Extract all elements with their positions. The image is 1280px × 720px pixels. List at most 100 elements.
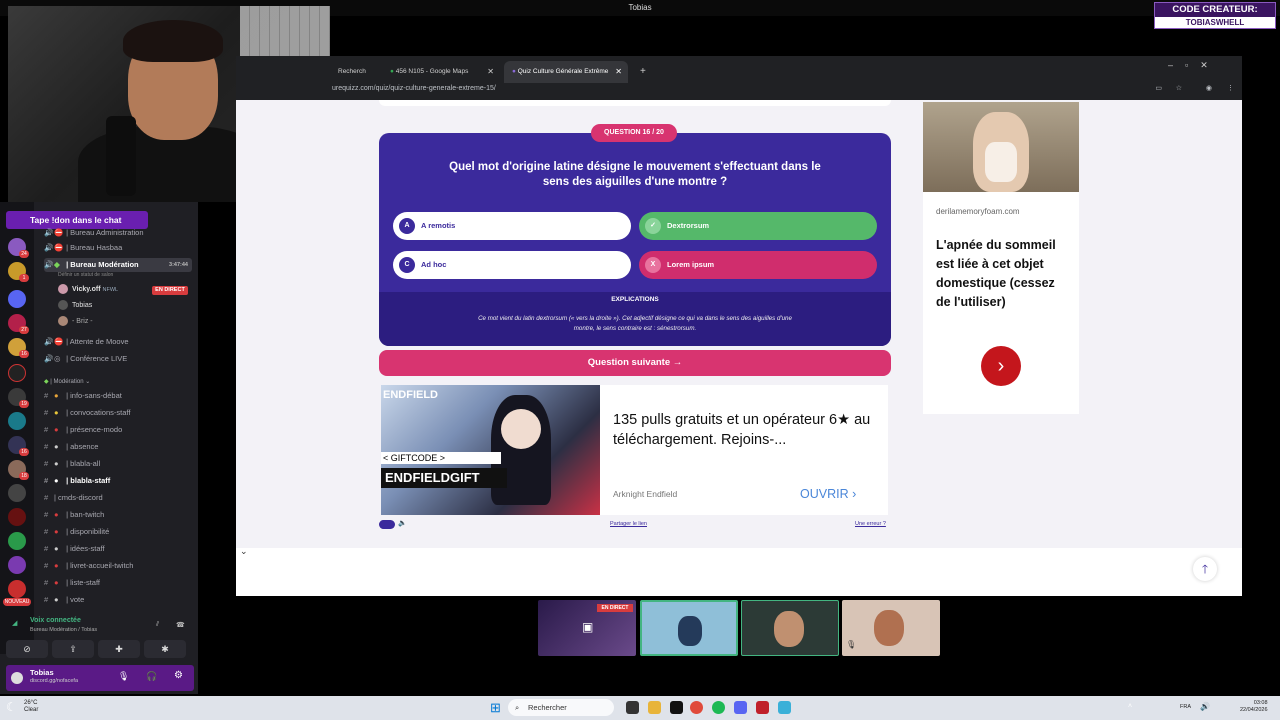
camera-off-icon[interactable]: ⊘ — [6, 640, 48, 658]
category-header[interactable]: ◆ | Modération ⌄ — [44, 375, 90, 389]
windows-start-icon[interactable]: ⊞ — [490, 700, 501, 716]
browser-tab[interactable]: ● 456 N105 - Google Maps ✕ — [382, 61, 500, 83]
sound-toggle[interactable] — [379, 520, 395, 529]
server-icon[interactable] — [8, 484, 26, 502]
creator-code-label: CODE CREATEUR: — [1172, 4, 1258, 15]
channel-status[interactable]: Définir un statut de salon — [58, 268, 113, 282]
maximize-icon[interactable]: ▫ — [1185, 60, 1200, 70]
text-channel[interactable]: # ● | ban-twitch — [44, 508, 104, 522]
text-channel[interactable]: # ● | disponibilité — [44, 525, 109, 539]
side-ad-arrow-icon[interactable]: › — [981, 346, 1021, 386]
noise-suppression-icon[interactable]: ⫽ — [156, 621, 159, 629]
app-icon[interactable] — [670, 701, 683, 714]
settings-gear-icon[interactable]: ⚙ — [174, 670, 183, 681]
speaker-icon[interactable]: 🔈 — [398, 519, 407, 527]
task-view-icon[interactable] — [626, 701, 639, 714]
text-channel[interactable]: # ● | convocations-staff — [44, 406, 130, 420]
participant-thumbnail[interactable]: 🎙 — [842, 600, 940, 656]
browser-tab[interactable]: Recherch — [330, 61, 380, 83]
text-channel[interactable]: # ● | blabla-all — [44, 457, 100, 471]
answer-option-d-wrong[interactable]: X Lorem ipsum — [639, 251, 877, 279]
ad-image[interactable] — [381, 385, 600, 515]
text-channel[interactable]: # ● | présence-modo — [44, 423, 122, 437]
server-icon[interactable] — [8, 532, 26, 550]
extensions-icon[interactable]: ◉ — [1206, 82, 1212, 96]
weather-widget[interactable]: 26°C Clear — [24, 700, 38, 714]
new-tab-button[interactable]: + — [632, 61, 646, 83]
text-channel[interactable]: # ● | idées-staff — [44, 542, 105, 556]
activities-icon[interactable]: ✚ — [98, 640, 140, 658]
close-icon[interactable]: ✕ — [487, 61, 494, 83]
taskbar-clock[interactable]: 03:08 22/04/2026 — [1240, 700, 1268, 714]
menu-dots-icon[interactable]: ⋮ — [1227, 82, 1234, 96]
server-icon[interactable] — [8, 508, 26, 526]
close-window-icon[interactable]: ✕ — [1200, 60, 1220, 70]
text-channel[interactable]: # | cmds-discord — [44, 491, 103, 505]
minimize-icon[interactable]: – — [1168, 60, 1185, 70]
address-bar[interactable]: urequizz.com/quiz/quiz-culture-generale-… — [330, 82, 1242, 96]
webcam-microphone — [106, 116, 136, 196]
text-channel-unread[interactable]: # ● | blabla-staff — [44, 474, 110, 488]
answer-option-b-correct[interactable]: ✓ Dextrorsum — [639, 212, 877, 240]
spotify-icon[interactable] — [712, 701, 725, 714]
tray-chevron-icon[interactable]: ˄ — [1128, 703, 1132, 710]
scroll-top-arrow-icon[interactable]: 🡑 — [1193, 557, 1217, 581]
cast-icon[interactable]: ▭ — [1155, 82, 1162, 96]
signal-icon: ◢ — [12, 620, 18, 627]
voice-location[interactable]: Bureau Modération / Tobias — [30, 627, 97, 633]
server-icon[interactable] — [8, 290, 26, 308]
voice-user[interactable]: Tobias — [58, 299, 92, 313]
microphone-icon[interactable]: 🎙 — [118, 671, 129, 682]
language-indicator[interactable]: FRA — [1180, 704, 1191, 710]
participant-thumbnail[interactable] — [741, 600, 839, 656]
server-icon[interactable] — [8, 364, 26, 382]
text-channel[interactable]: # ● | info-sans-débat — [44, 389, 122, 403]
answer-option-a[interactable]: A A remotis — [393, 212, 631, 240]
avatar — [58, 316, 68, 327]
disconnect-icon[interactable]: ☎ — [176, 621, 185, 629]
weather-icon[interactable]: ☾ — [6, 700, 17, 714]
text-channel[interactable]: # ● | absence — [44, 440, 98, 454]
chevron-down-icon[interactable]: ⌄ — [240, 546, 248, 557]
chrome-icon[interactable] — [690, 701, 703, 714]
server-icon[interactable] — [8, 412, 26, 430]
ad-headline[interactable]: 135 pulls gratuits et un opérateur 6★ au… — [613, 410, 873, 450]
browser-tab-active[interactable]: ● Quiz Culture Générale Extrême ✕ — [504, 61, 628, 83]
user-status: discord.gg/nofacefa — [30, 678, 79, 684]
server-icon[interactable] — [8, 556, 26, 574]
network-volume-icon[interactable]: 🔊 — [1200, 702, 1210, 711]
voice-channel[interactable]: 🔊⛔ | Attente de Moove — [44, 335, 129, 349]
voice-user[interactable]: - Briz - — [58, 315, 93, 329]
channel-label: Conférence LIVE — [70, 354, 128, 363]
emoji-icon: ● — [54, 391, 59, 400]
voice-user[interactable]: Vicky.off NFWL — [58, 283, 118, 297]
app-icon[interactable] — [756, 701, 769, 714]
text-channel[interactable]: # ● | livret-accueil-twitch — [44, 559, 133, 573]
user-avatar[interactable] — [11, 672, 23, 684]
taskbar-search[interactable]: ⌕ Rechercher — [508, 699, 614, 716]
text-channel[interactable]: # ● | liste-staff — [44, 576, 100, 590]
file-explorer-icon[interactable] — [648, 701, 661, 714]
answer-option-c[interactable]: C Ad hoc — [393, 251, 631, 279]
screen-share-icon[interactable]: ⇪ — [52, 640, 94, 658]
speaker-icon: 🔊 — [44, 228, 54, 237]
next-question-button[interactable]: Question suivante → — [379, 350, 891, 376]
share-link[interactable]: Partager le lien — [610, 521, 647, 527]
app-icon[interactable] — [778, 701, 791, 714]
voice-channel[interactable]: 🔊◎ | Conférence LIVE — [44, 352, 127, 366]
side-ad-image[interactable] — [923, 102, 1079, 192]
close-icon[interactable]: ✕ — [615, 61, 622, 83]
side-ad-headline[interactable]: L'apnée du sommeil est liée à cet objet … — [936, 236, 1072, 312]
headphones-icon[interactable]: 🎧 — [146, 671, 157, 682]
voice-channel[interactable]: 🔊⛔ | Bureau Administration — [44, 226, 144, 240]
text-channel[interactable]: # ● | vote — [44, 593, 84, 607]
discord-icon[interactable] — [734, 701, 747, 714]
participant-thumbnail[interactable] — [640, 600, 738, 656]
side-ad-mask — [985, 142, 1017, 182]
report-error-link[interactable]: Une erreur ? — [855, 521, 886, 527]
soundboard-icon[interactable]: ✱ — [144, 640, 186, 658]
ad-open-button[interactable]: OUVRIR › — [800, 487, 856, 501]
bookmark-star-icon[interactable]: ☆ — [1176, 82, 1182, 96]
voice-channel[interactable]: 🔊⛔ | Bureau Hasbaa — [44, 241, 122, 255]
server-icon[interactable] — [8, 580, 26, 598]
